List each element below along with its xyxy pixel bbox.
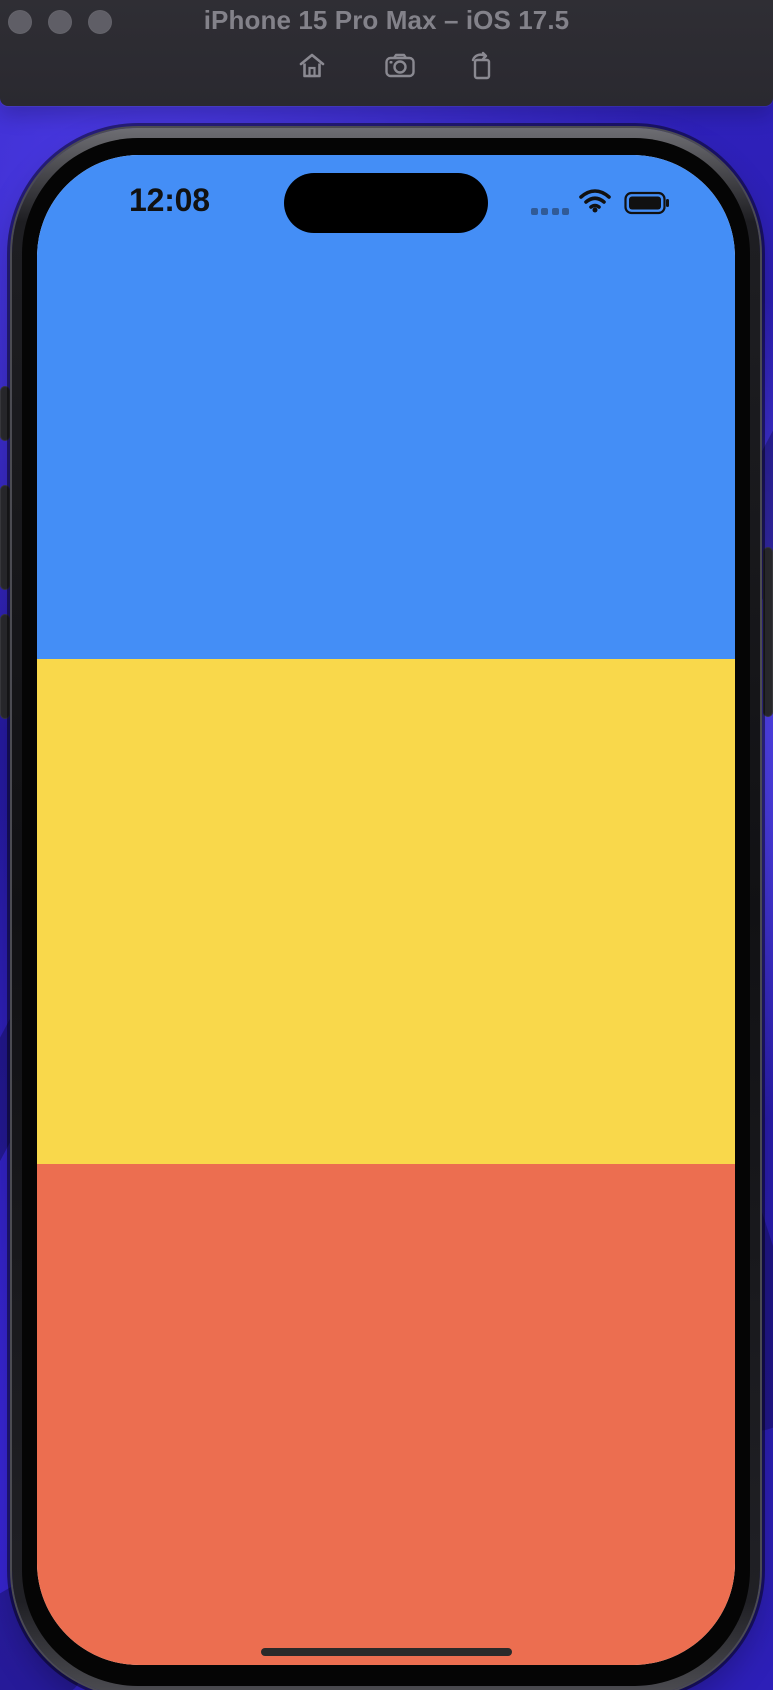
signal-dot — [531, 207, 538, 215]
rotate-icon — [463, 49, 497, 88]
home-indicator[interactable] — [261, 1648, 512, 1656]
yellow-band — [37, 659, 735, 1164]
signal-dot — [551, 207, 559, 215]
action-button — [0, 386, 10, 441]
battery-icon — [624, 191, 670, 215]
window-title: iPhone 15 Pro Max – iOS 17.5 — [203, 5, 570, 35]
camera-icon — [383, 49, 417, 88]
status-time: 12:08 — [129, 182, 210, 218]
volume-down-button — [0, 614, 10, 719]
iphone-screen[interactable]: 12:08 — [37, 155, 735, 1665]
signal-dot — [541, 207, 549, 215]
simulator-titlebar: iPhone 15 Pro Max – iOS 17.5 — [0, 0, 773, 106]
side-button — [763, 547, 773, 717]
signal-dot — [561, 207, 569, 215]
home-icon — [295, 49, 329, 88]
simulator-desktop: iPhone 15 Pro Max – iOS 17.5 12:08 — [0, 0, 773, 1690]
volume-up-button — [0, 485, 10, 590]
home-button[interactable] — [291, 50, 333, 86]
rotate-button[interactable] — [459, 50, 501, 86]
dynamic-island — [284, 173, 488, 233]
red-band — [37, 1164, 735, 1665]
wifi-icon — [578, 188, 612, 214]
signal-dots-icon — [531, 207, 569, 215]
screenshot-button[interactable] — [379, 50, 421, 86]
